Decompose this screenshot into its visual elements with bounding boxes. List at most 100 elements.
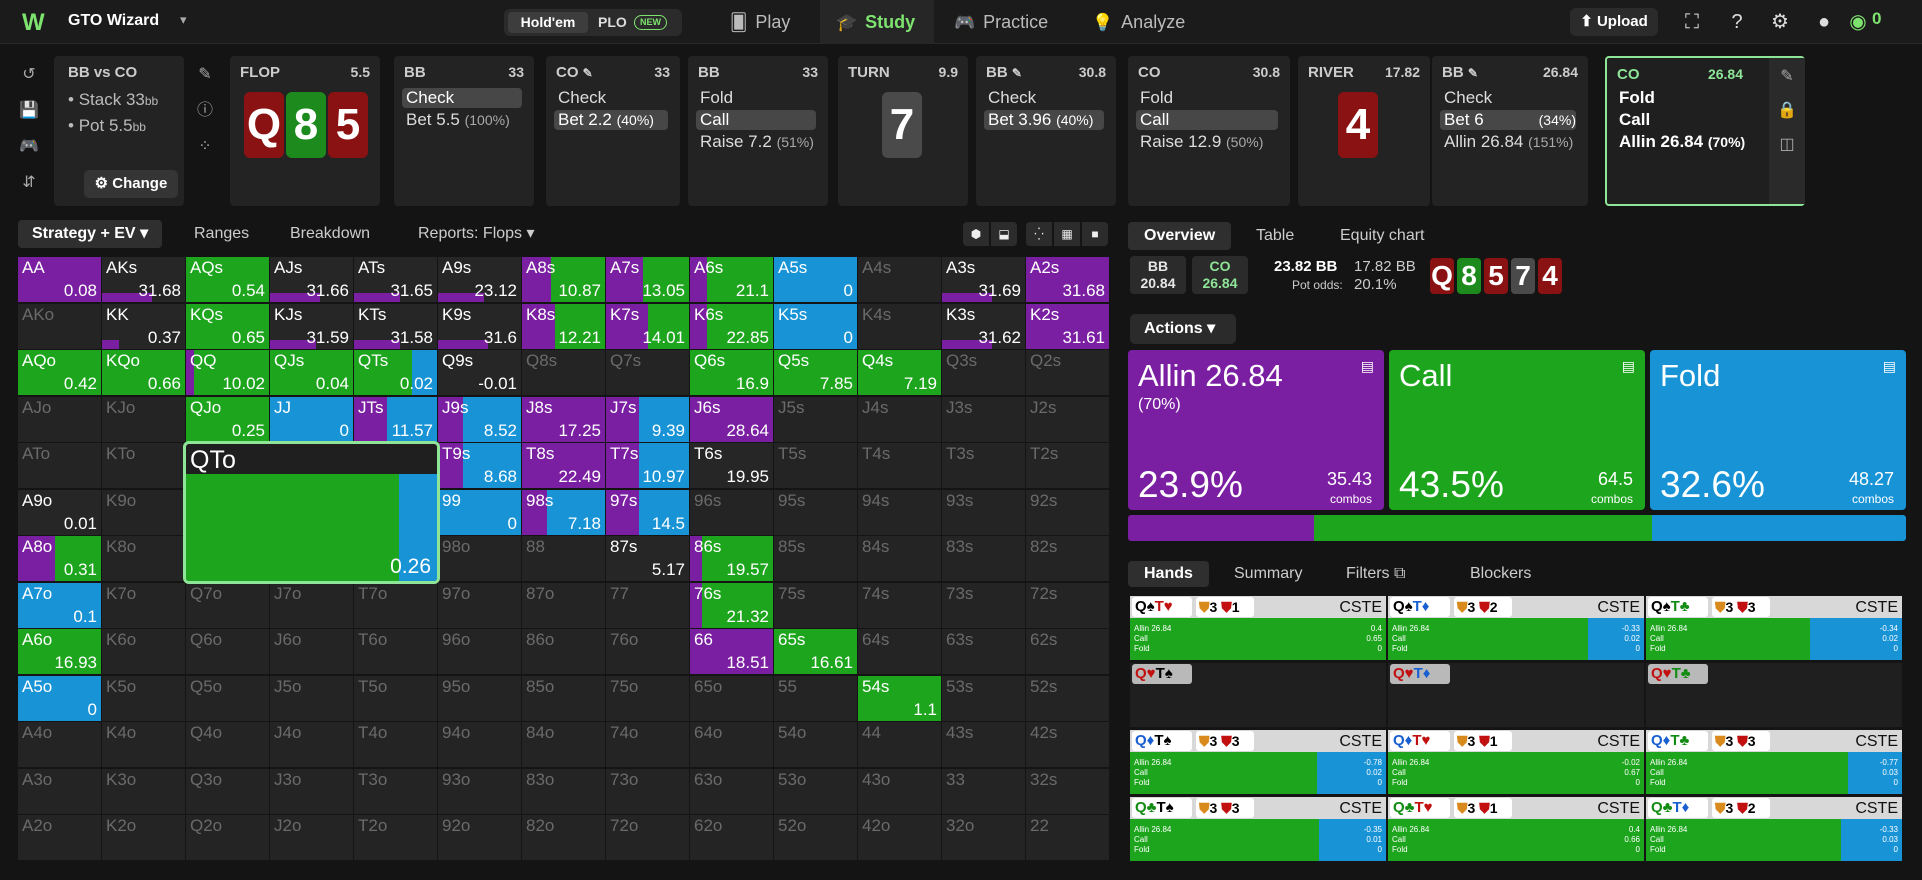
- user-avatar-icon[interactable]: ●: [1812, 10, 1836, 34]
- hand-cell[interactable]: 99 0: [438, 489, 521, 535]
- hand-cell[interactable]: A2s 31.68: [1026, 257, 1109, 302]
- action-bet[interactable]: Bet 6 (34%): [1440, 110, 1576, 130]
- hand-cell[interactable]: T4s: [858, 443, 941, 488]
- hand-cell[interactable]: A6s 21.1: [690, 257, 773, 302]
- action-raise[interactable]: Raise 7.2 (51%): [696, 132, 816, 152]
- hand-cell[interactable]: A6o 16.93: [18, 629, 101, 674]
- hand-cell[interactable]: ATs 31.65: [354, 257, 437, 302]
- hand-cell[interactable]: A8s 10.87: [522, 257, 605, 302]
- hand-cell[interactable]: 53o: [774, 768, 857, 814]
- hand-cell[interactable]: 32s: [1026, 768, 1109, 814]
- nav-tab-analyze[interactable]: 💡 Analyze: [1092, 0, 1212, 44]
- action-allin[interactable]: Allin 26.84 (70%): [1619, 132, 1745, 152]
- hand-cell[interactable]: 53s: [942, 675, 1025, 721]
- hand-cell[interactable]: J5o: [270, 675, 353, 721]
- hand-cell[interactable]: QJs 0.04: [270, 350, 353, 395]
- hand-cell[interactable]: A3o: [18, 768, 101, 814]
- hand-combo-row[interactable]: Q♥T♠: [1130, 663, 1386, 727]
- tab-equity-chart[interactable]: Equity chart: [1340, 222, 1424, 250]
- hand-cell[interactable]: 83s: [942, 536, 1025, 581]
- gear-icon[interactable]: ⚙: [1768, 10, 1792, 34]
- hand-cell[interactable]: 98o: [438, 536, 521, 581]
- hand-cell[interactable]: AKo: [18, 303, 101, 349]
- hand-cell[interactable]: K5s 0: [774, 303, 857, 349]
- nav-tab-practice[interactable]: 🎮 Practice: [954, 0, 1074, 44]
- hand-cell[interactable]: A4o: [18, 722, 101, 767]
- hand-cell[interactable]: 87s 5.17: [606, 536, 689, 581]
- info-icon[interactable]: ⓘ: [190, 98, 220, 124]
- hand-cell[interactable]: Q4o: [186, 722, 269, 767]
- hand-cell[interactable]: 54o: [774, 722, 857, 767]
- hand-cell[interactable]: J3s: [942, 396, 1025, 442]
- hand-cell[interactable]: T7s 10.97: [606, 443, 689, 488]
- edit-icon[interactable]: ✎: [190, 62, 220, 88]
- hand-cell[interactable]: 65o: [690, 675, 773, 721]
- hand-cell[interactable]: 43s: [942, 722, 1025, 767]
- hand-cell[interactable]: 55: [774, 675, 857, 721]
- hand-cell[interactable]: 54s 1.1: [858, 675, 941, 721]
- hand-cell[interactable]: 84s: [858, 536, 941, 581]
- hand-cell[interactable]: 94o: [438, 722, 521, 767]
- hand-cell[interactable]: KQo 0.66: [102, 350, 185, 395]
- hand-cell[interactable]: A3s 31.69: [942, 257, 1025, 302]
- practice-icon[interactable]: 🎮: [14, 134, 44, 160]
- action-check[interactable]: Check: [1440, 88, 1576, 108]
- pencil-icon[interactable]: ✎: [1772, 64, 1802, 90]
- action-call[interactable]: Call: [1619, 110, 1650, 130]
- hand-cell[interactable]: T2s: [1026, 443, 1109, 488]
- hand-cell[interactable]: A9o 0.01: [18, 489, 101, 535]
- brand-name[interactable]: GTO Wizard: [68, 12, 159, 30]
- hand-cell[interactable]: 98s 7.18: [522, 489, 605, 535]
- hand-cell[interactable]: Q4s 7.19: [858, 350, 941, 395]
- change-button[interactable]: ⚙ Change: [84, 170, 178, 198]
- hand-cell[interactable]: Q7s: [606, 350, 689, 395]
- hand-combo-row[interactable]: ⛊3 ⛊1 CSTE Allin 26.84 0.4 Call 0.65 Fold 0 Q♠T♥: [1130, 596, 1386, 660]
- hand-cell[interactable]: K8o: [102, 536, 185, 581]
- hand-cell[interactable]: ATo: [18, 443, 101, 488]
- hand-cell[interactable]: 33: [942, 768, 1025, 814]
- hand-cell[interactable]: 86s 19.57: [690, 536, 773, 581]
- hand-cell[interactable]: AKs 31.68: [102, 257, 185, 302]
- hand-cell[interactable]: T3o: [354, 768, 437, 814]
- hand-cell[interactable]: K2o: [102, 815, 185, 860]
- action-call[interactable]: Call: [696, 110, 816, 130]
- hand-cell[interactable]: 86o: [522, 629, 605, 674]
- action-card-call[interactable]: Call ▤ 43.5% 64.5 combos: [1389, 350, 1645, 510]
- hand-cell[interactable]: 82s: [1026, 536, 1109, 581]
- view-split-icon[interactable]: ⬓: [991, 222, 1017, 246]
- hand-cell[interactable]: 82o: [522, 815, 605, 860]
- hand-cell[interactable]: QTs 0.02: [354, 350, 437, 395]
- hand-cell[interactable]: K9o: [102, 489, 185, 535]
- hand-cell[interactable]: T5o: [354, 675, 437, 721]
- hand-cell[interactable]: K3s 31.62: [942, 303, 1025, 349]
- hand-cell[interactable]: T5s: [774, 443, 857, 488]
- hand-combo-row[interactable]: Q♥T♦: [1388, 663, 1644, 727]
- hand-cell[interactable]: 64s: [858, 629, 941, 674]
- hand-cell[interactable]: T8s 22.49: [522, 443, 605, 488]
- hand-cell[interactable]: Q3o: [186, 768, 269, 814]
- hand-cell[interactable]: 77: [606, 582, 689, 628]
- hand-cell[interactable]: Q7o: [186, 582, 269, 628]
- hand-cell[interactable]: 74o: [606, 722, 689, 767]
- hand-cell[interactable]: 83o: [522, 768, 605, 814]
- hand-combo-row[interactable]: ⛊3 ⛊1 CSTE Allin 26.84 -0.02 Call 0.67 Fold 0 Q♦…: [1388, 730, 1644, 794]
- save-icon[interactable]: 💾: [14, 98, 44, 124]
- hand-cell[interactable]: AQo 0.42: [18, 350, 101, 395]
- hand-cell[interactable]: K3o: [102, 768, 185, 814]
- hand-cell[interactable]: 75s: [774, 582, 857, 628]
- hand-cell[interactable]: K2s 31.61: [1026, 303, 1109, 349]
- tab-overview[interactable]: Overview: [1128, 222, 1232, 250]
- action-check[interactable]: Check: [402, 88, 522, 108]
- hand-cell[interactable]: 43o: [858, 768, 941, 814]
- hand-cell[interactable]: 76o: [606, 629, 689, 674]
- hand-cell[interactable]: A2o: [18, 815, 101, 860]
- hand-cell[interactable]: 97o: [438, 582, 521, 628]
- action-fold[interactable]: Fold: [696, 88, 816, 108]
- river-card[interactable]: RIVER 17.82 4: [1298, 56, 1430, 206]
- hand-cell[interactable]: 92o: [438, 815, 521, 860]
- compare-icon[interactable]: ◫: [1772, 132, 1802, 158]
- hand-cell[interactable]: A5o 0: [18, 675, 101, 721]
- hand-cell[interactable]: A5s 0: [774, 257, 857, 302]
- hand-cell[interactable]: 42o: [858, 815, 941, 860]
- hand-cell[interactable]: KK 0.37: [102, 303, 185, 349]
